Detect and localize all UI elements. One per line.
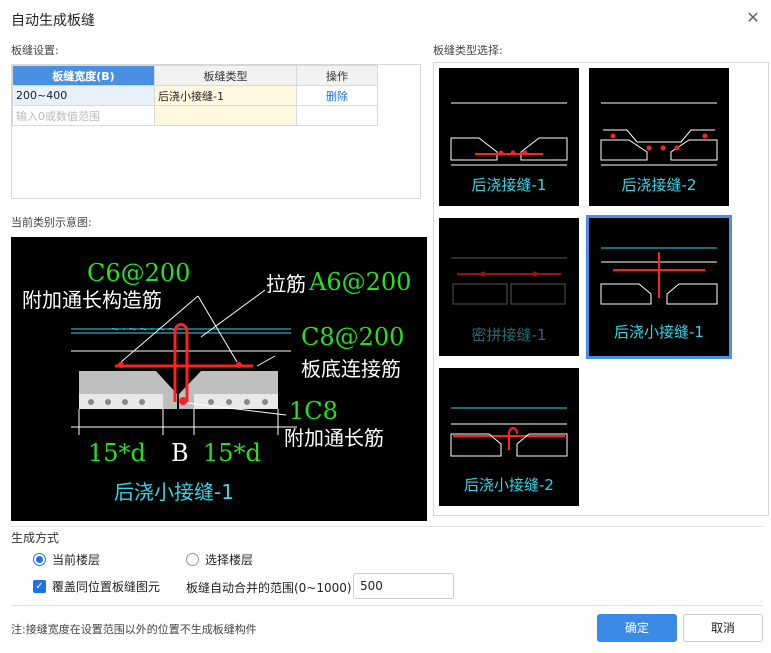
radio-unselected-icon: [186, 553, 199, 566]
gallery-label: 板缝类型选择:: [433, 44, 503, 57]
label-tie: 拉筋: [266, 272, 306, 296]
new-op-cell: [296, 105, 378, 126]
tile-small-post-cast-2[interactable]: 后浇小接缝-2: [439, 368, 579, 506]
tile-label: 后浇小接缝-1: [614, 323, 704, 341]
tile-post-cast-2[interactable]: 后浇接缝-2: [589, 68, 729, 206]
divider-bottom: [11, 605, 763, 606]
table-row-new: 输入0或数值范围: [12, 105, 378, 126]
tile-post-cast-1[interactable]: 后浇接缝-1: [439, 68, 579, 206]
label-bottom-conn: 板底连接筋: [301, 357, 401, 381]
tile-close-joint-1[interactable]: 密拼接缝-1: [439, 218, 579, 356]
delete-cell: 删除: [296, 85, 378, 106]
title-bar: 自动生成板缝 ✕: [0, 0, 771, 36]
cancel-button[interactable]: 取消: [683, 614, 763, 642]
tile-label: 后浇小接缝-2: [464, 476, 554, 494]
radio-select-floor[interactable]: 选择楼层: [186, 551, 253, 568]
radio-select-floor-label: 选择楼层: [205, 553, 254, 567]
tile-small-post-cast-1[interactable]: 后浇小接缝-1: [586, 215, 732, 359]
table-row: 200~400 后浇小接缝-1 删除: [12, 85, 378, 106]
ok-button[interactable]: 确定: [597, 614, 677, 642]
type-gallery: 后浇接缝-1 后浇接缝-2 密拼接缝-1 后浇小接缝-1 后浇小接缝-2: [433, 62, 769, 516]
label-c1: 1C8: [289, 397, 338, 425]
settings-table-panel: 板缝宽度(B) 板缝类型 操作 200~400 后浇小接缝-1 删除 输入0或数…: [11, 64, 421, 199]
label-d-left: 15*d: [88, 439, 146, 467]
width-cell[interactable]: 200~400: [12, 85, 155, 106]
settings-table: 板缝宽度(B) 板缝类型 操作 200~400 后浇小接缝-1 删除 输入0或数…: [12, 65, 378, 126]
merge-range-label: 板缝自动合并的范围(0~1000):: [186, 581, 356, 595]
settings-label: 板缝设置:: [11, 44, 59, 57]
label-d-right: 15*d: [203, 439, 261, 467]
footer-note: 注:接缝宽度在设置范围以外的位置不生成板缝构件: [11, 623, 257, 636]
column-header-op[interactable]: 操作: [296, 65, 378, 86]
label-c6: C6@200: [87, 259, 190, 287]
svg-text:〜 ◦ 〜 〜 ◦ 〜 〜 ◦: 〜 ◦ 〜 〜 ◦ 〜 〜 ◦: [111, 325, 183, 334]
delete-link[interactable]: 删除: [326, 90, 348, 103]
type-cell[interactable]: 后浇小接缝-1: [154, 85, 297, 106]
overwrite-label: 覆盖同位置板缝图元: [52, 580, 161, 594]
merge-range-input[interactable]: 500: [353, 573, 454, 599]
label-b: B: [171, 439, 189, 467]
label-c8: C8@200: [301, 323, 404, 351]
preview-svg: 〜 ◦ 〜 〜 ◦ 〜 〜 ◦ C6@200 附加通长构造筋 拉筋 A6@200…: [22, 259, 411, 504]
dialog-title: 自动生成板缝: [11, 13, 95, 29]
radio-selected-icon: [33, 553, 46, 566]
column-header-width[interactable]: 板缝宽度(B): [12, 65, 155, 86]
generate-label: 生成方式: [11, 529, 66, 546]
checkmark-icon: ✓: [33, 580, 46, 593]
close-icon[interactable]: ✕: [743, 8, 763, 28]
new-width-input[interactable]: 输入0或数值范围: [12, 105, 155, 126]
tile-label: 后浇接缝-2: [621, 176, 697, 194]
preview-label: 当前类别示意图:: [11, 216, 92, 229]
new-type-cell[interactable]: [154, 105, 297, 126]
label-preview-name: 后浇小接缝-1: [114, 480, 234, 504]
radio-current-floor-label: 当前楼层: [52, 553, 101, 567]
label-a6: A6@200: [308, 268, 411, 296]
label-addl-struct: 附加通长构造筋: [22, 288, 162, 312]
divider: [11, 526, 763, 527]
label-addl-long: 附加通长筋: [284, 426, 384, 450]
radio-current-floor[interactable]: 当前楼层: [33, 551, 100, 568]
column-header-type[interactable]: 板缝类型: [154, 65, 297, 86]
preview-diagram: 〜 ◦ 〜 〜 ◦ 〜 〜 ◦ C6@200 附加通长构造筋 拉筋 A6@200…: [11, 237, 427, 521]
overwrite-checkbox[interactable]: ✓ 覆盖同位置板缝图元: [33, 578, 160, 595]
tile-label: 密拼接缝-1: [471, 326, 547, 344]
tile-label: 后浇接缝-1: [471, 176, 547, 194]
